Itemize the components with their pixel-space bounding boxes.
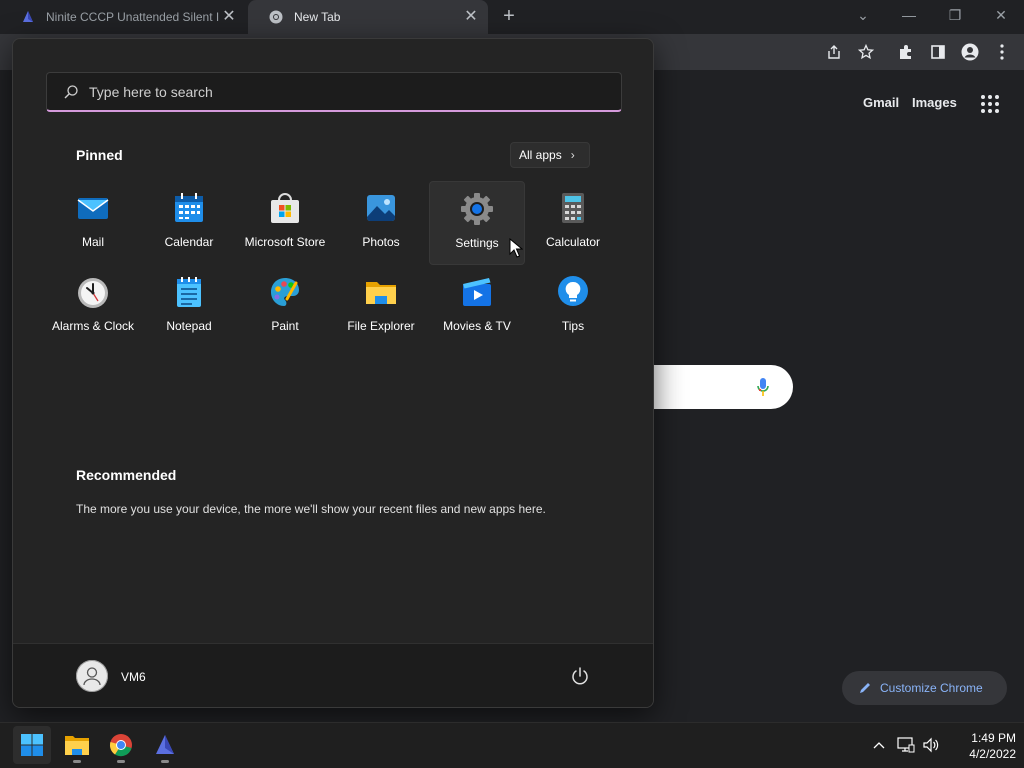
chevron-right-icon: › (570, 148, 575, 162)
start-footer: VM6 (13, 643, 653, 707)
app-label: File Explorer (347, 319, 415, 333)
extensions-icon[interactable] (896, 42, 916, 62)
gmail-link[interactable]: Gmail (863, 95, 899, 110)
pinned-app-mail[interactable]: Mail (45, 181, 141, 265)
new-tab-button[interactable]: + (498, 5, 520, 27)
taskbar-ninite[interactable] (146, 726, 184, 764)
ninite-icon (20, 9, 36, 25)
tab-new-tab[interactable]: New Tab ✕ (248, 0, 488, 34)
pinned-app-file-explorer[interactable]: File Explorer (333, 265, 429, 349)
customize-chrome-label: Customize Chrome (880, 681, 983, 695)
mouse-cursor-icon (509, 238, 523, 258)
clock-icon (78, 278, 108, 308)
clock-time: 1:49 PM (971, 731, 1016, 745)
app-label: Calculator (545, 235, 601, 249)
settings-icon (461, 193, 493, 225)
system-clock[interactable]: 1:49 PM 4/2/2022 (944, 730, 1016, 762)
store-icon (271, 193, 299, 223)
pinned-app-paint[interactable]: Paint (237, 265, 333, 349)
calculator-icon (562, 193, 584, 223)
chrome-icon (109, 734, 132, 757)
power-icon[interactable] (570, 666, 590, 686)
recommended-heading: Recommended (76, 467, 177, 483)
pencil-icon (860, 683, 870, 693)
volume-icon[interactable] (921, 735, 941, 755)
pinned-heading: Pinned (76, 147, 123, 163)
taskbar: 1:49 PM 4/2/2022 (0, 722, 1024, 768)
running-indicator (117, 760, 125, 763)
tips-icon (558, 276, 588, 306)
clock-date: 4/2/2022 (969, 747, 1016, 761)
movies-icon (463, 278, 491, 306)
menu-icon[interactable] (992, 42, 1012, 62)
pinned-app-calculator[interactable]: Calculator (525, 181, 621, 265)
paint-icon (271, 278, 299, 306)
start-button[interactable] (13, 726, 51, 764)
tab-title: Ninite CCCP Unattended Silent In (46, 10, 220, 24)
profile-icon[interactable] (960, 42, 980, 62)
running-indicator (73, 760, 81, 763)
pinned-app-tips[interactable]: Tips (525, 265, 621, 349)
taskbar-file-explorer[interactable] (58, 726, 96, 764)
close-icon[interactable]: ✕ (462, 8, 480, 26)
app-label: Notepad (166, 319, 212, 333)
user-name[interactable]: VM6 (121, 670, 146, 684)
file-explorer-icon (65, 736, 89, 755)
microphone-icon[interactable] (756, 377, 770, 397)
recommended-text: The more you use your device, the more w… (76, 502, 546, 516)
tab-title: New Tab (294, 10, 341, 24)
star-icon[interactable] (856, 42, 876, 62)
window-close-icon[interactable]: ✕ (986, 4, 1016, 26)
taskbar-chrome[interactable] (102, 726, 140, 764)
ninite-icon (156, 735, 174, 754)
chrome-icon (268, 9, 284, 25)
tab-search-icon[interactable]: ⌄ (848, 4, 878, 26)
pinned-app-photos[interactable]: Photos (333, 181, 429, 265)
pinned-app-alarms-clock[interactable]: Alarms & Clock (45, 265, 141, 349)
avatar[interactable] (76, 660, 108, 692)
tab-strip: Ninite CCCP Unattended Silent In ✕ New T… (0, 0, 1024, 34)
customize-chrome-button[interactable]: Customize Chrome (842, 671, 1007, 705)
app-label: Calendar (164, 235, 214, 249)
running-indicator (161, 760, 169, 763)
folder-icon (366, 282, 396, 304)
app-label: Settings (455, 236, 499, 250)
pinned-app-notepad[interactable]: Notepad (141, 265, 237, 349)
calendar-icon (175, 193, 203, 222)
search-icon (64, 84, 78, 98)
start-icon (21, 734, 43, 756)
start-menu: Pinned All apps › Mail Calendar Microsof… (12, 38, 654, 708)
images-link[interactable]: Images (912, 95, 957, 110)
pinned-app-movies-tv[interactable]: Movies & TV (429, 265, 525, 349)
google-apps-icon[interactable] (981, 95, 999, 113)
mail-icon (77, 198, 109, 219)
sidebar-icon[interactable] (928, 42, 948, 62)
photos-icon (367, 195, 395, 221)
notepad-icon (177, 277, 201, 307)
app-label: Alarms & Clock (51, 319, 134, 333)
app-label: Microsoft Store (244, 235, 326, 249)
app-label: Photos (362, 235, 400, 249)
user-icon (76, 660, 108, 692)
share-icon[interactable] (824, 42, 844, 62)
start-search-box[interactable] (46, 72, 622, 112)
pinned-app-microsoft-store[interactable]: Microsoft Store (237, 181, 333, 265)
all-apps-button[interactable]: All apps › (510, 142, 590, 168)
chevron-up-icon[interactable] (869, 735, 889, 755)
minimize-icon[interactable]: — (894, 4, 924, 26)
search-input[interactable] (89, 83, 569, 100)
app-label: Paint (271, 319, 299, 333)
network-icon[interactable] (896, 735, 916, 755)
restore-icon[interactable]: ❐ (940, 4, 970, 26)
tab-ninite[interactable]: Ninite CCCP Unattended Silent In ✕ (0, 0, 246, 34)
app-label: Movies & TV (443, 319, 511, 333)
pinned-app-calendar[interactable]: Calendar (141, 181, 237, 265)
all-apps-label: All apps (519, 148, 562, 162)
app-label: Tips (561, 319, 585, 333)
app-label: Mail (81, 235, 104, 249)
close-icon[interactable]: ✕ (220, 8, 238, 26)
